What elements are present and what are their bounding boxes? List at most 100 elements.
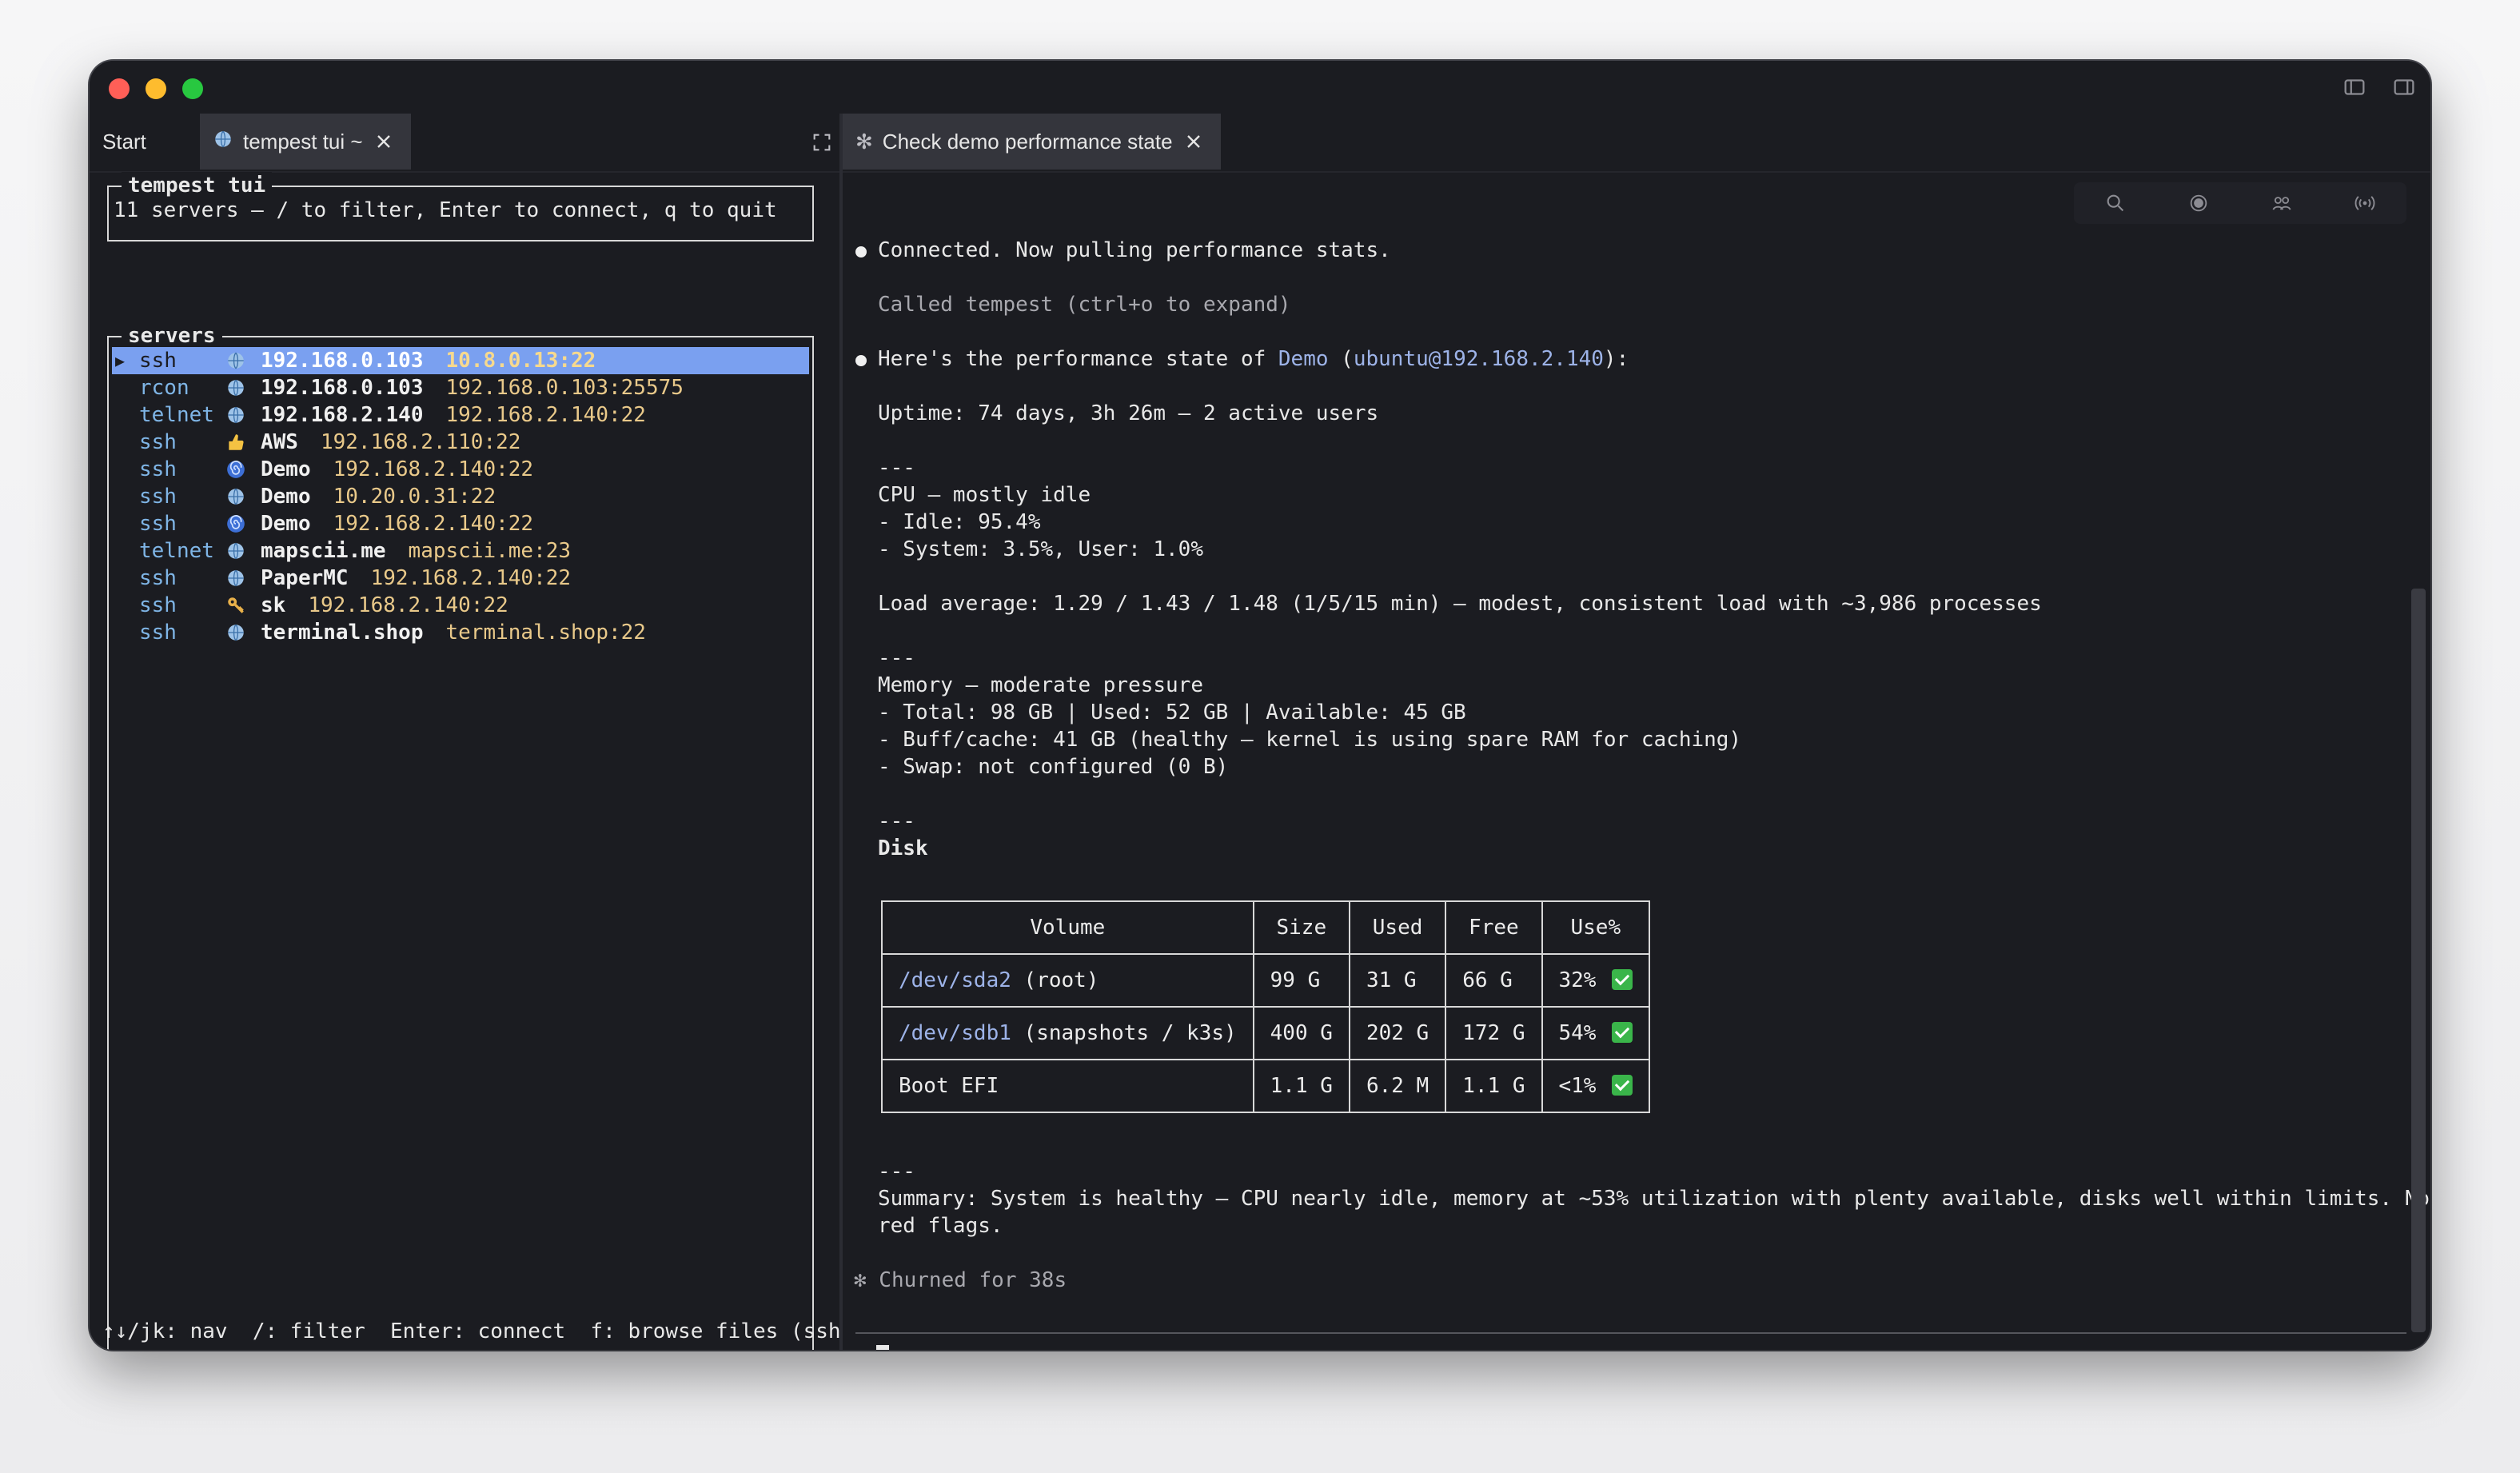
- server-address: terminal.shop:22: [445, 621, 646, 645]
- server-name: AWS: [261, 430, 298, 454]
- sidebar-right-toggle-icon[interactable]: [2390, 74, 2418, 101]
- minimize-window-button[interactable]: [146, 78, 166, 99]
- disk-used-cell: 202 G: [1348, 1006, 1447, 1060]
- servers-box: servers ▶ ssh 192.168.0.103 10.8.0.13:22 rco…: [107, 322, 814, 1350]
- server-row[interactable]: telnet mapscii.me mapscii.me:23: [112, 537, 809, 565]
- sidebar-left-toggle-icon[interactable]: [2341, 74, 2368, 101]
- server-row[interactable]: ssh sk 192.168.2.140:22: [112, 592, 809, 619]
- server-protocol: rcon: [139, 376, 189, 400]
- server-address: 192.168.2.140:22: [445, 403, 646, 427]
- bullet-icon: [855, 355, 867, 366]
- broadcast-icon[interactable]: [2354, 192, 2376, 214]
- tool-call-line[interactable]: Called tempest (ctrl+o to expand): [878, 291, 1291, 318]
- disk-free-cell: 66 G: [1445, 953, 1543, 1008]
- summary-line: Summary: System is healthy – CPU nearly …: [878, 1187, 2430, 1211]
- server-protocol: ssh: [139, 593, 177, 617]
- state-user: ubuntu@192.168.2.140: [1353, 347, 1604, 371]
- tab-check-demo-label: Check demo performance state: [882, 129, 1173, 154]
- cpu-system: - System: 3.5%, User: 1.0%: [878, 537, 1203, 561]
- separator: ---: [878, 456, 915, 480]
- server-row[interactable]: ssh Demo 192.168.2.140:22: [112, 456, 809, 483]
- tab-tempest-tui[interactable]: tempest tui ~: [200, 114, 411, 170]
- tab-start[interactable]: Start: [102, 114, 146, 170]
- disk-header-cell: Volume: [881, 900, 1254, 955]
- check-mark-icon: [1612, 969, 1633, 990]
- server-row[interactable]: ssh terminal.shop terminal.shop:22: [112, 619, 809, 646]
- cpu-title: CPU – mostly idle: [878, 483, 1091, 507]
- disk-size-cell: 99 G: [1252, 953, 1350, 1008]
- globe-icon: [225, 541, 261, 561]
- server-name: sk: [261, 593, 286, 617]
- tab-start-label: Start: [102, 129, 146, 154]
- left-tab-strip: Start tempest tui ~: [90, 114, 839, 173]
- selection-marker-icon: ▶: [115, 351, 126, 370]
- globe-icon: [213, 129, 233, 155]
- people-icon[interactable]: [2271, 192, 2293, 214]
- memory-buff-cache: - Buff/cache: 41 GB (healthy – kernel is…: [878, 728, 1742, 752]
- server-row[interactable]: telnet 192.168.2.140 192.168.2.140:22: [112, 401, 809, 429]
- server-name: 192.168.0.103: [261, 376, 424, 400]
- server-protocol: ssh: [139, 485, 177, 509]
- disk-table-header: Volume Size Used Free Use%: [881, 900, 1651, 955]
- cpu-idle: - Idle: 95.4%: [878, 510, 1041, 534]
- disk-label: Boot EFI: [899, 1074, 999, 1098]
- state-suffix: ):: [1603, 347, 1629, 371]
- server-name: 192.168.2.140: [261, 403, 424, 427]
- disk-device: /dev/sda2: [899, 968, 1011, 992]
- close-tab-icon[interactable]: [373, 130, 395, 153]
- server-row[interactable]: ▶ ssh 192.168.0.103 10.8.0.13:22: [112, 347, 809, 374]
- server-protocol: ssh: [139, 512, 177, 536]
- globe-icon: [225, 377, 261, 398]
- text-cursor: [875, 1345, 889, 1350]
- disk-table: Volume Size Used Free Use% /dev/sda2 (root) 9…: [881, 900, 1651, 1113]
- claude-session-pane[interactable]: Connected. Now pulling performance stats…: [843, 173, 2430, 1350]
- state-prefix: Here's the performance state of: [878, 347, 1278, 371]
- disk-use-value: <1%: [1558, 1074, 1597, 1098]
- scrollbar[interactable]: [2411, 589, 2426, 1332]
- state-paren: (: [1328, 347, 1354, 371]
- spiral-icon: [225, 459, 261, 480]
- server-row[interactable]: ssh AWS 192.168.2.110:22: [112, 429, 809, 456]
- globe-icon: [225, 405, 261, 425]
- disk-free-cell: 172 G: [1445, 1006, 1543, 1060]
- server-protocol: telnet: [139, 403, 214, 427]
- close-tab-icon[interactable]: [1182, 130, 1205, 153]
- server-row[interactable]: rcon 192.168.0.103 192.168.0.103:25575: [112, 374, 809, 401]
- prompt-input[interactable]: ❯: [854, 1345, 889, 1350]
- spiral-icon: [225, 513, 261, 534]
- disk-header-cell: Use%: [1541, 900, 1651, 955]
- server-name: terminal.shop: [261, 621, 424, 645]
- disk-header-cell: Size: [1252, 900, 1350, 955]
- search-icon[interactable]: [2104, 192, 2127, 214]
- record-icon[interactable]: [2187, 192, 2210, 214]
- expand-icon[interactable]: [811, 131, 833, 154]
- server-protocol: ssh: [139, 349, 177, 373]
- tab-check-demo[interactable]: ✻ Check demo performance state: [843, 114, 1221, 170]
- server-protocol: ssh: [139, 430, 177, 454]
- server-row[interactable]: ssh Demo 192.168.2.140:22: [112, 510, 809, 537]
- disk-row: /dev/sdb1 (snapshots / k3s) 400 G 202 G 172…: [881, 1006, 1651, 1060]
- server-row[interactable]: ssh PaperMC 192.168.2.140:22: [112, 565, 809, 592]
- servers-legend: servers: [122, 322, 222, 349]
- disk-device: /dev/sdb1: [899, 1021, 1011, 1045]
- server-address: 192.168.2.140:22: [333, 512, 534, 536]
- server-name: mapscii.me: [261, 539, 386, 563]
- disk-used-cell: 31 G: [1348, 953, 1447, 1008]
- server-name: 192.168.0.103: [261, 349, 424, 373]
- disk-header-cell: Used: [1348, 900, 1447, 955]
- server-address: 192.168.2.140:22: [370, 566, 572, 590]
- header-box: tempest tui 11 servers – / to filter, En…: [107, 172, 814, 242]
- sparkle-icon: ✻: [855, 129, 873, 154]
- server-address: 192.168.0.103:25575: [445, 376, 684, 400]
- globe-icon: [225, 486, 261, 507]
- server-protocol: ssh: [139, 566, 177, 590]
- server-row[interactable]: ssh Demo 10.20.0.31:22: [112, 483, 809, 510]
- summary-line-continued: red flags.: [878, 1214, 1003, 1238]
- tempest-tui-pane[interactable]: tempest tui 11 servers – / to filter, En…: [90, 172, 853, 1350]
- close-window-button[interactable]: [109, 78, 130, 99]
- pane-toolbar: [2074, 182, 2406, 224]
- load-average-line: Load average: 1.29 / 1.43 / 1.48 (1/5/15…: [878, 592, 2042, 616]
- zoom-window-button[interactable]: [182, 78, 203, 99]
- uptime-line: Uptime: 74 days, 3h 26m – 2 active users: [878, 401, 1379, 425]
- check-mark-icon: [1612, 1022, 1633, 1043]
